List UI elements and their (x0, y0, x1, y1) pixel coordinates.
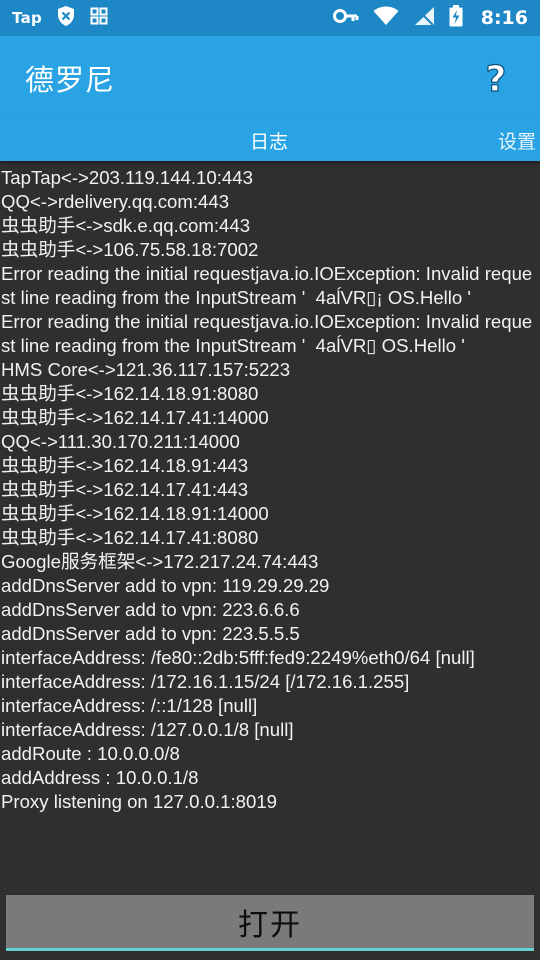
log-line: 虫虫助手<->162.14.17.41:14000 (1, 407, 269, 428)
log-line: Proxy listening on 127.0.0.1:8019 (1, 791, 278, 812)
log-line: addDnsServer add to vpn: 223.5.5.5 (1, 623, 300, 644)
log-line: interfaceAddress: /fe80::2db:5fff:fed9:2… (1, 647, 475, 668)
log-line: 虫虫助手<->sdk.e.qq.com:443 (1, 215, 251, 236)
tab-log[interactable]: 日志 (250, 120, 288, 161)
shield-icon (56, 5, 76, 31)
log-line: 虫虫助手<->162.14.17.41:443 (1, 479, 249, 500)
log-line: addRoute : 10.0.0.0/8 (1, 743, 180, 764)
log-line: TapTap<->203.119.144.10:443 (1, 167, 253, 188)
log-line: interfaceAddress: /127.0.0.1/8 [null] (1, 719, 294, 740)
log-line: 虫虫助手<->162.14.17.41:8080 (1, 527, 259, 548)
log-output[interactable]: TapTap<->203.119.144.10:443 QQ<->rdeliver… (1, 166, 539, 890)
svg-text:?: ? (486, 60, 507, 96)
log-line: addAddress : 10.0.0.1/8 (1, 767, 199, 788)
key-icon (332, 8, 359, 28)
help-icon: ? (485, 60, 507, 96)
app-title: 德罗尼 (25, 63, 116, 97)
open-button[interactable]: 打开 (6, 895, 534, 951)
wifi-icon (373, 6, 399, 30)
log-line: addDnsServer add to vpn: 223.6.6.6 (1, 599, 300, 620)
log-line: HMS Core<->121.36.117.157:5223 (1, 359, 291, 380)
app-bar: 德罗尼 ? (0, 36, 540, 120)
status-bar-right: 8:16 (332, 5, 528, 31)
tap-app-icon: Tap (12, 9, 43, 27)
log-line: 虫虫助手<->162.14.18.91:8080 (1, 383, 259, 404)
log-line: addDnsServer add to vpn: 119.29.29.29 (1, 575, 330, 596)
log-line: Error reading the initial requestjava.io… (1, 311, 533, 356)
status-time: 8:16 (480, 7, 528, 29)
no-sim-icon (413, 6, 435, 30)
log-line: QQ<->111.30.170.211:14000 (1, 431, 240, 452)
log-line: interfaceAddress: /172.16.1.15/24 [/172.… (1, 671, 410, 692)
log-line: 虫虫助手<->162.14.18.91:14000 (1, 503, 269, 524)
tab-bar: 日志 设置 (0, 120, 540, 161)
log-line: 虫虫助手<->162.14.18.91:443 (1, 455, 249, 476)
grid-icon (90, 7, 108, 29)
help-button[interactable]: ? (476, 58, 516, 98)
log-line: Google服务框架<->172.217.24.74:443 (1, 551, 319, 572)
log-line: QQ<->rdelivery.qq.com:443 (1, 191, 230, 212)
tab-settings[interactable]: 设置 (498, 120, 536, 161)
battery-charging-icon (449, 5, 463, 31)
status-bar: Tap 8:16 (0, 0, 540, 36)
status-bar-left: Tap (12, 5, 108, 31)
log-line: interfaceAddress: /::1/128 [null] (1, 695, 258, 716)
log-line: Error reading the initial requestjava.io… (1, 263, 533, 308)
log-line: 虫虫助手<->106.75.58.18:7002 (1, 239, 259, 260)
